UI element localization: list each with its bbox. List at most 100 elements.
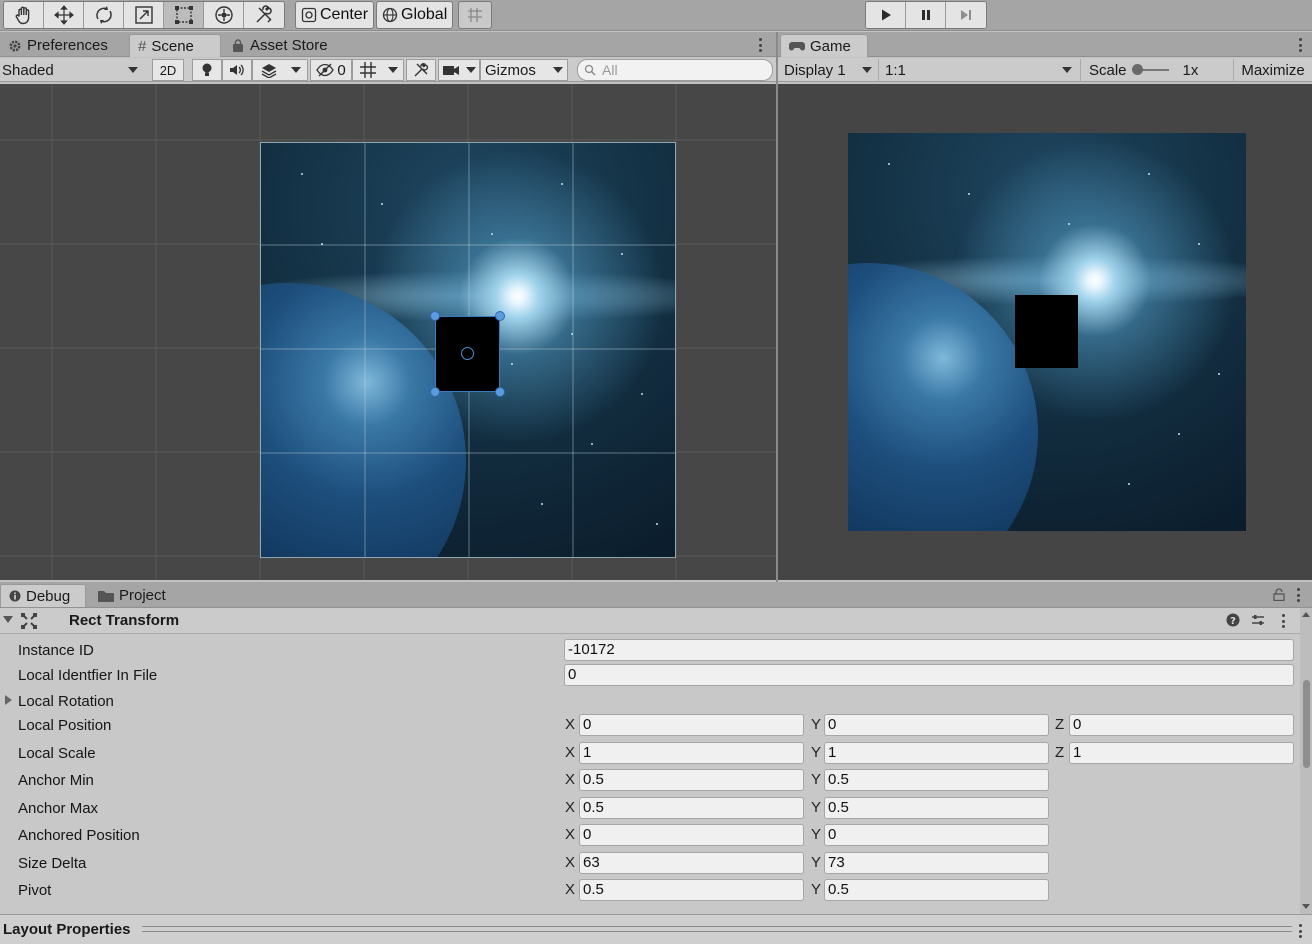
pivot-mode-toggle[interactable]: Center (295, 1, 375, 29)
camera-settings-dropdown[interactable] (438, 59, 480, 81)
scroll-down-icon[interactable] (1302, 904, 1310, 909)
transform-icon (214, 6, 233, 24)
right-panel-menu-icon[interactable] (1298, 38, 1302, 52)
tab-debug[interactable]: Debug (0, 584, 86, 607)
local-scale-y-field[interactable]: 1 (824, 742, 1049, 764)
preset-sliders-icon[interactable] (1251, 613, 1265, 627)
rotate-tool-button[interactable] (84, 2, 124, 28)
audio-toggle[interactable] (222, 59, 252, 81)
drag-handle[interactable] (142, 926, 1292, 932)
help-icon[interactable]: ? (1226, 613, 1240, 627)
svg-text:?: ? (1230, 616, 1236, 627)
pivot-x-field[interactable]: 0.5 (579, 879, 804, 901)
x-axis-label: X (565, 771, 576, 788)
size-delta-x-field[interactable]: 63 (579, 852, 804, 874)
tab-preferences[interactable]: Preferences (0, 34, 116, 57)
component-menu-icon[interactable] (1281, 614, 1285, 628)
game-view[interactable] (778, 84, 1312, 580)
tab-scene[interactable]: # Scene (129, 34, 221, 57)
lock-icon[interactable] (1273, 588, 1285, 601)
pause-button[interactable] (906, 2, 946, 28)
grid-icon (359, 62, 376, 78)
scale-label: Scale (1089, 61, 1127, 79)
pivot-handle[interactable] (461, 347, 474, 360)
property-row-local-rotation[interactable]: Local Rotation (0, 689, 1300, 715)
property-row-anchor-max: Anchor Max X 0.5 Y 0.5 (0, 796, 1300, 822)
rect-tool-button[interactable] (164, 2, 204, 28)
tab-game[interactable]: Game (780, 34, 868, 57)
scene-toolbar: Shaded 2D 0 Gizmos All (0, 58, 776, 82)
tools-toggle[interactable] (406, 59, 436, 81)
tab-preferences-label: Preferences (27, 37, 108, 54)
scale-tool-button[interactable] (124, 2, 164, 28)
pivot-rotation-label: Global (401, 6, 448, 23)
pivot-y-field[interactable]: 0.5 (824, 879, 1049, 901)
draw-mode-dropdown[interactable]: Shaded (0, 59, 146, 81)
move-tool-button[interactable] (44, 2, 84, 28)
property-label: Local Identfier In File (18, 667, 158, 684)
resize-handle-top-left[interactable] (430, 311, 440, 321)
layout-properties-header[interactable]: Layout Properties (0, 914, 1312, 944)
component-header[interactable]: Rect Transform ? (0, 608, 1300, 634)
local-scale-x-field[interactable]: 1 (579, 742, 804, 764)
tab-project[interactable]: Project (90, 584, 174, 607)
scene-view[interactable] (0, 84, 776, 580)
y-axis-label: Y (811, 826, 822, 843)
gizmos-dropdown[interactable]: Gizmos (480, 59, 568, 81)
play-button[interactable] (866, 2, 906, 28)
transform-tool-button[interactable] (204, 2, 244, 28)
aspect-dropdown[interactable]: 1:1 (878, 59, 1078, 81)
layout-properties-menu-icon[interactable] (1298, 924, 1302, 938)
hash-icon: # (138, 37, 147, 55)
scene-search-input[interactable]: All (577, 59, 773, 81)
scale-slider[interactable]: Scale 1x (1080, 59, 1230, 81)
local-position-x-field[interactable]: 0 (579, 714, 804, 736)
resize-handle-bottom-right[interactable] (495, 387, 505, 397)
step-button[interactable] (946, 2, 986, 28)
tab-game-label: Game (810, 37, 851, 55)
lighting-toggle[interactable] (192, 59, 222, 81)
y-axis-label: Y (811, 716, 822, 733)
instance-id-field[interactable]: -10172 (564, 639, 1294, 661)
left-panel-menu-icon[interactable] (758, 38, 762, 52)
hand-tool-button[interactable] (4, 2, 44, 28)
gizmos-label: Gizmos (485, 61, 536, 79)
property-row-instance-id: Instance ID -10172 (0, 638, 1300, 664)
resize-handle-top-right[interactable] (495, 311, 505, 321)
inspector-menu-icon[interactable] (1296, 588, 1300, 602)
tab-asset-store[interactable]: Asset Store (223, 34, 336, 57)
local-identifier-field[interactable]: 0 (564, 664, 1294, 686)
inspector-scrollbar[interactable] (1300, 608, 1312, 914)
grid-snap-button[interactable] (458, 1, 492, 29)
resize-handle-bottom-left[interactable] (430, 387, 440, 397)
grid-toggle[interactable] (352, 59, 404, 81)
anchored-position-y-field[interactable]: 0 (824, 824, 1049, 846)
local-position-y-field[interactable]: 0 (824, 714, 1049, 736)
scale-thumb[interactable] (1131, 64, 1143, 75)
scrollbar-thumb[interactable] (1303, 680, 1310, 768)
anchor-max-x-field[interactable]: 0.5 (579, 797, 804, 819)
anchor-min-x-field[interactable]: 0.5 (579, 769, 804, 791)
size-delta-y-field[interactable]: 73 (824, 852, 1049, 874)
local-position-z-field[interactable]: 0 (1069, 714, 1294, 736)
anchored-position-x-field[interactable]: 0 (579, 824, 804, 846)
local-scale-z-field[interactable]: 1 (1069, 742, 1294, 764)
effects-toggle[interactable] (252, 59, 308, 81)
property-row-local-scale: Local Scale X 1 Y 1 Z 1 (0, 741, 1300, 767)
collapse-arrow-icon[interactable] (3, 616, 13, 623)
property-row-anchored-position: Anchored Position X 0 Y 0 (0, 823, 1300, 849)
maximize-toggle[interactable]: Maximize (1233, 59, 1312, 81)
property-label: Size Delta (18, 855, 87, 872)
anchor-max-y-field[interactable]: 0.5 (824, 797, 1049, 819)
expand-arrow-icon[interactable] (5, 695, 12, 705)
scale-track[interactable] (1131, 64, 1169, 75)
scroll-up-icon[interactable] (1302, 612, 1310, 617)
toggle-2d-button[interactable]: 2D (152, 59, 184, 81)
display-dropdown[interactable]: Display 1 (778, 59, 878, 81)
custom-tools-button[interactable] (244, 2, 284, 28)
hidden-objects-toggle[interactable]: 0 (310, 59, 352, 81)
anchor-min-y-field[interactable]: 0.5 (824, 769, 1049, 791)
pivot-rotation-toggle[interactable]: Global (376, 1, 454, 29)
property-row-local-identifier: Local Identfier In File 0 (0, 663, 1300, 689)
bottom-tab-bar: Debug Project (0, 582, 1312, 608)
